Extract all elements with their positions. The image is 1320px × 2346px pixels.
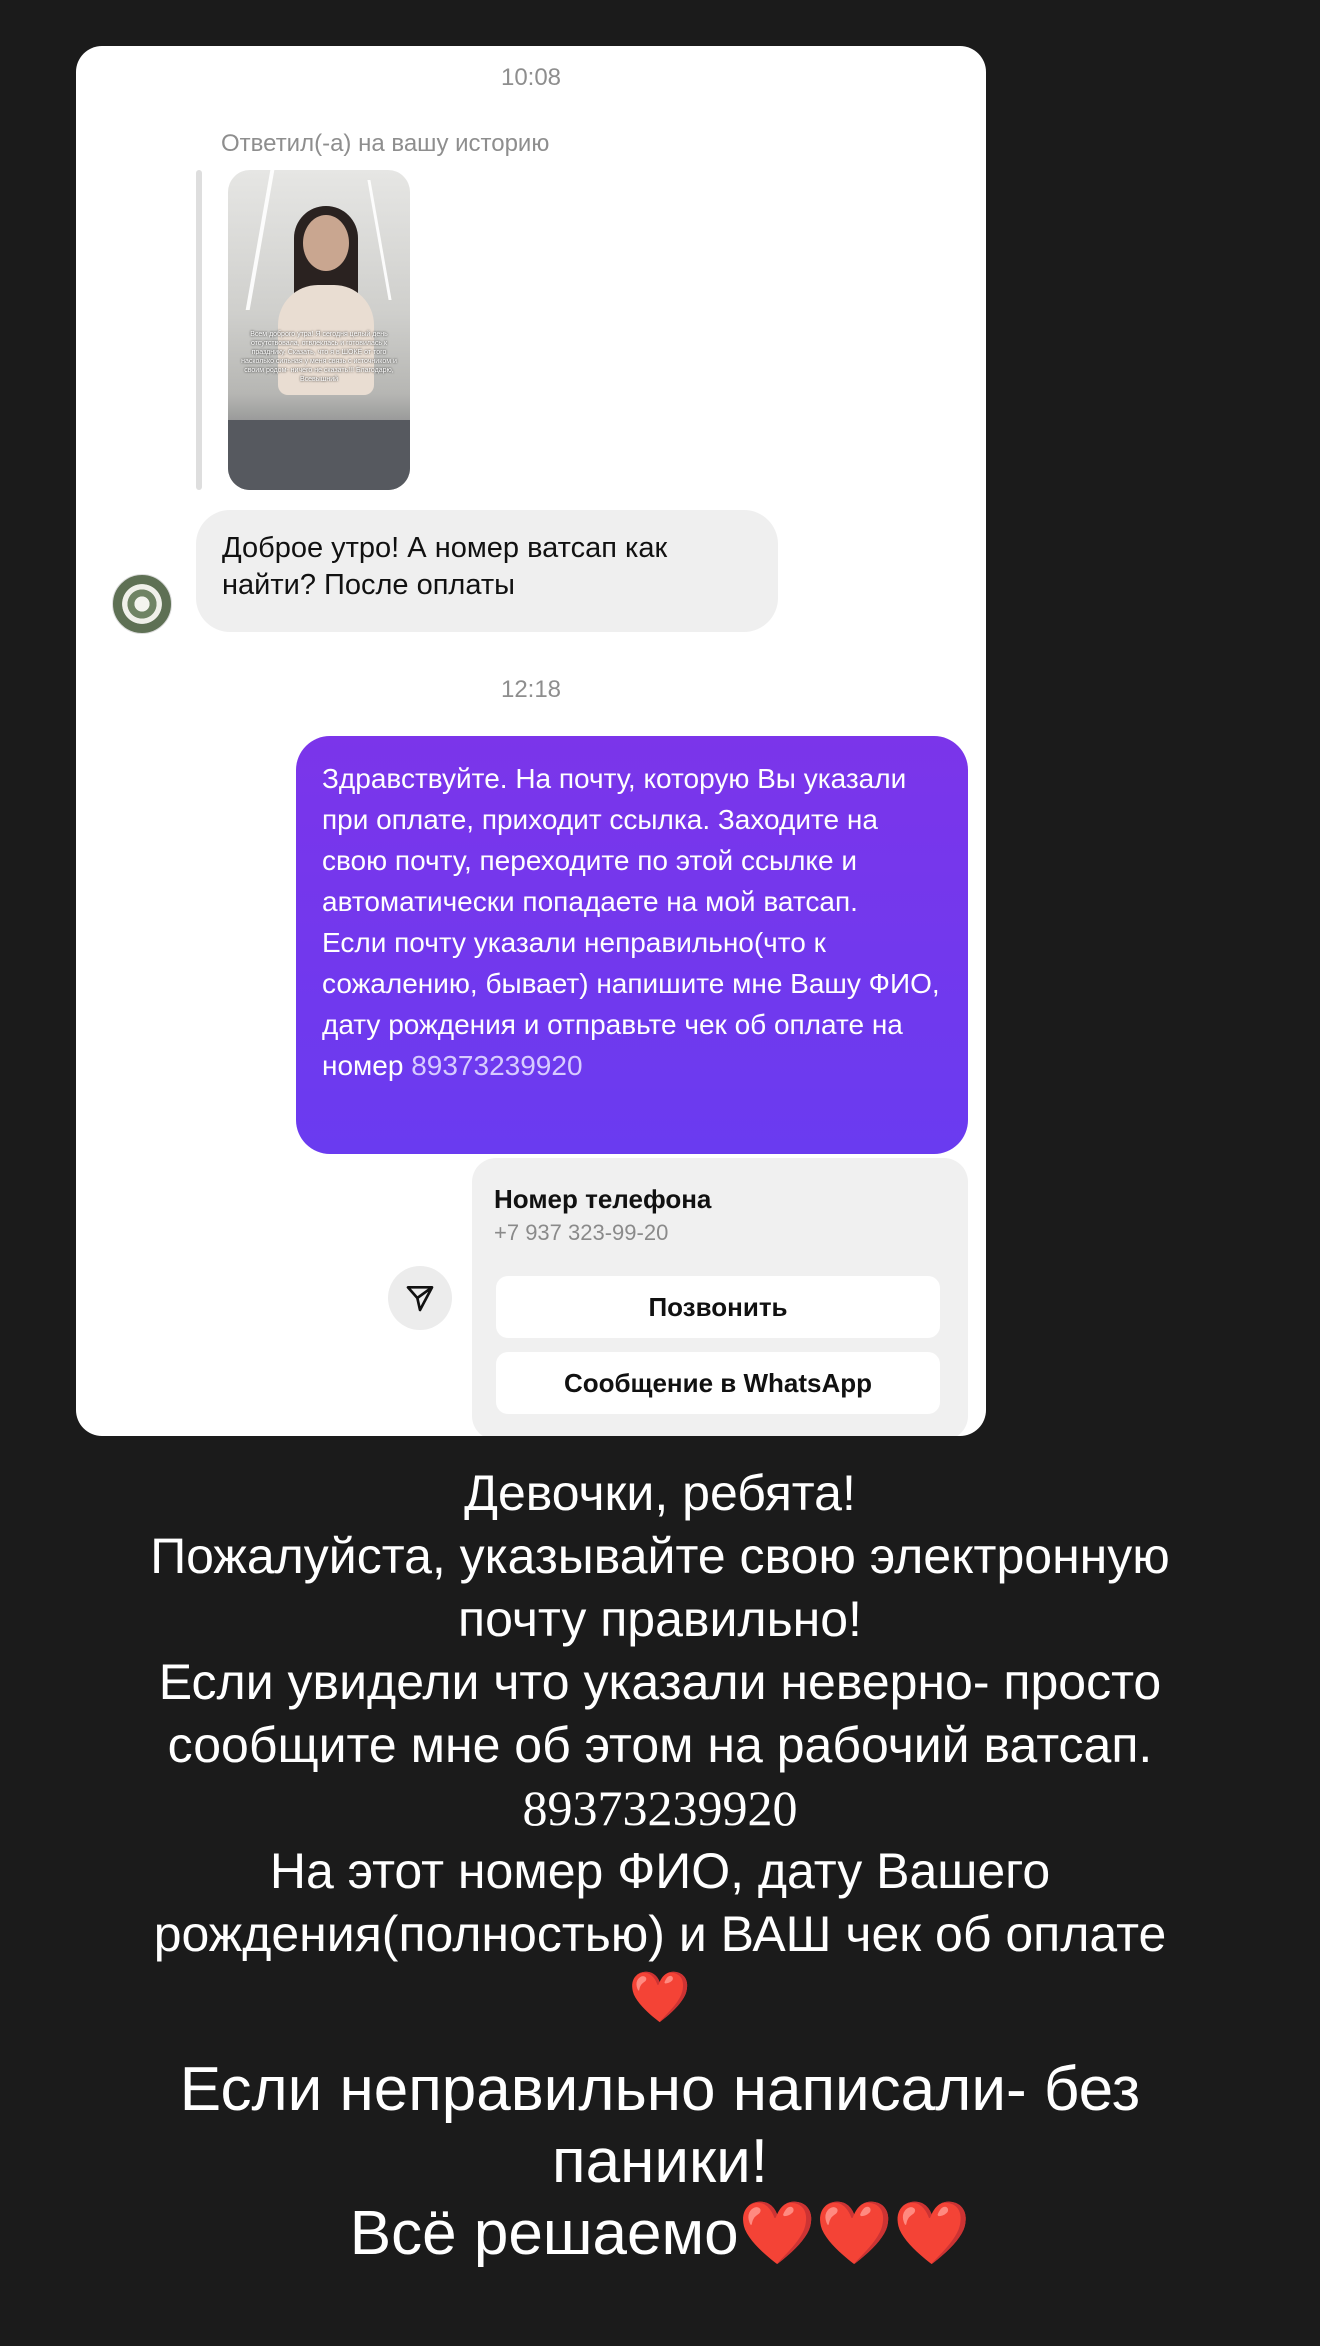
story-overlay-text: Всем доброго утра! Я сегодня целый день … [241,331,397,383]
share-button[interactable] [388,1266,452,1330]
caption-large-line: паники! [552,2127,768,2196]
story-reply-label: Ответил(-а) на вашу историю [221,130,550,157]
heart-icon: ❤️❤️❤️ [738,2199,971,2268]
caption-large-line: Всё решаемо [349,2199,739,2268]
caption-large-line: Если неправильно написали- без [179,2055,1141,2124]
story-light-line [245,170,275,310]
outgoing-message[interactable]: Здравствуйте. На почту, которую Вы указа… [296,736,968,1154]
contact-card-phone: +7 937 323-99-20 [494,1220,669,1245]
caption-line: На этот номер ФИО, дату Вашего [269,1843,1051,1899]
caption-line: почту правильно! [458,1591,862,1647]
chat-screenshot-card: 10:08 Ответил(-а) на вашу историю Всем д… [76,46,986,1436]
phone-contact-card: Номер телефона +7 937 323-99-20 Позвонит… [472,1158,968,1436]
heart-icon: ❤️ [628,1969,692,2025]
story-caption-large: Если неправильно написали- без паники! В… [0,2054,1320,2270]
caption-line: рождения(полностью) и ВАШ чек об оплате [153,1906,1167,1962]
phone-number-link[interactable]: 89373239920 [411,1050,582,1081]
timestamp: 10:08 [500,64,562,91]
caption-large-line-with-hearts: Всё решаемо❤️❤️❤️ [0,2198,1320,2270]
contact-card-title: Номер телефона [494,1184,712,1214]
incoming-message[interactable]: Доброе утро! А номер ватсап как найти? П… [196,510,778,632]
story-caption: Девочки, ребята! Пожалуйста, указывайте … [0,1462,1320,2029]
story-light-line [367,180,392,300]
caption-line: Девочки, ребята! [464,1465,856,1521]
send-icon [406,1286,434,1312]
timestamp: 12:18 [500,676,562,703]
story-thumbnail[interactable]: Всем доброго утра! Я сегодня целый день … [228,170,410,490]
story-person-face [303,215,349,271]
avatar[interactable] [112,574,172,634]
caption-phone-number: 89373239920 [522,1780,798,1836]
reply-indicator-bar [196,170,202,490]
caption-line: Пожалуйста, указывайте свою электронную [150,1528,1170,1584]
caption-line: сообщите мне об этом на рабочий ватсап. [167,1717,1153,1773]
whatsapp-message-button[interactable]: Сообщение в WhatsApp [496,1352,940,1414]
outgoing-message-paragraph: Здравствуйте. На почту, которую Вы указа… [322,763,907,917]
call-button[interactable]: Позвонить [496,1276,940,1338]
story-sofa [228,420,410,490]
caption-line: Если увидели что указали неверно- просто [158,1654,1162,1710]
